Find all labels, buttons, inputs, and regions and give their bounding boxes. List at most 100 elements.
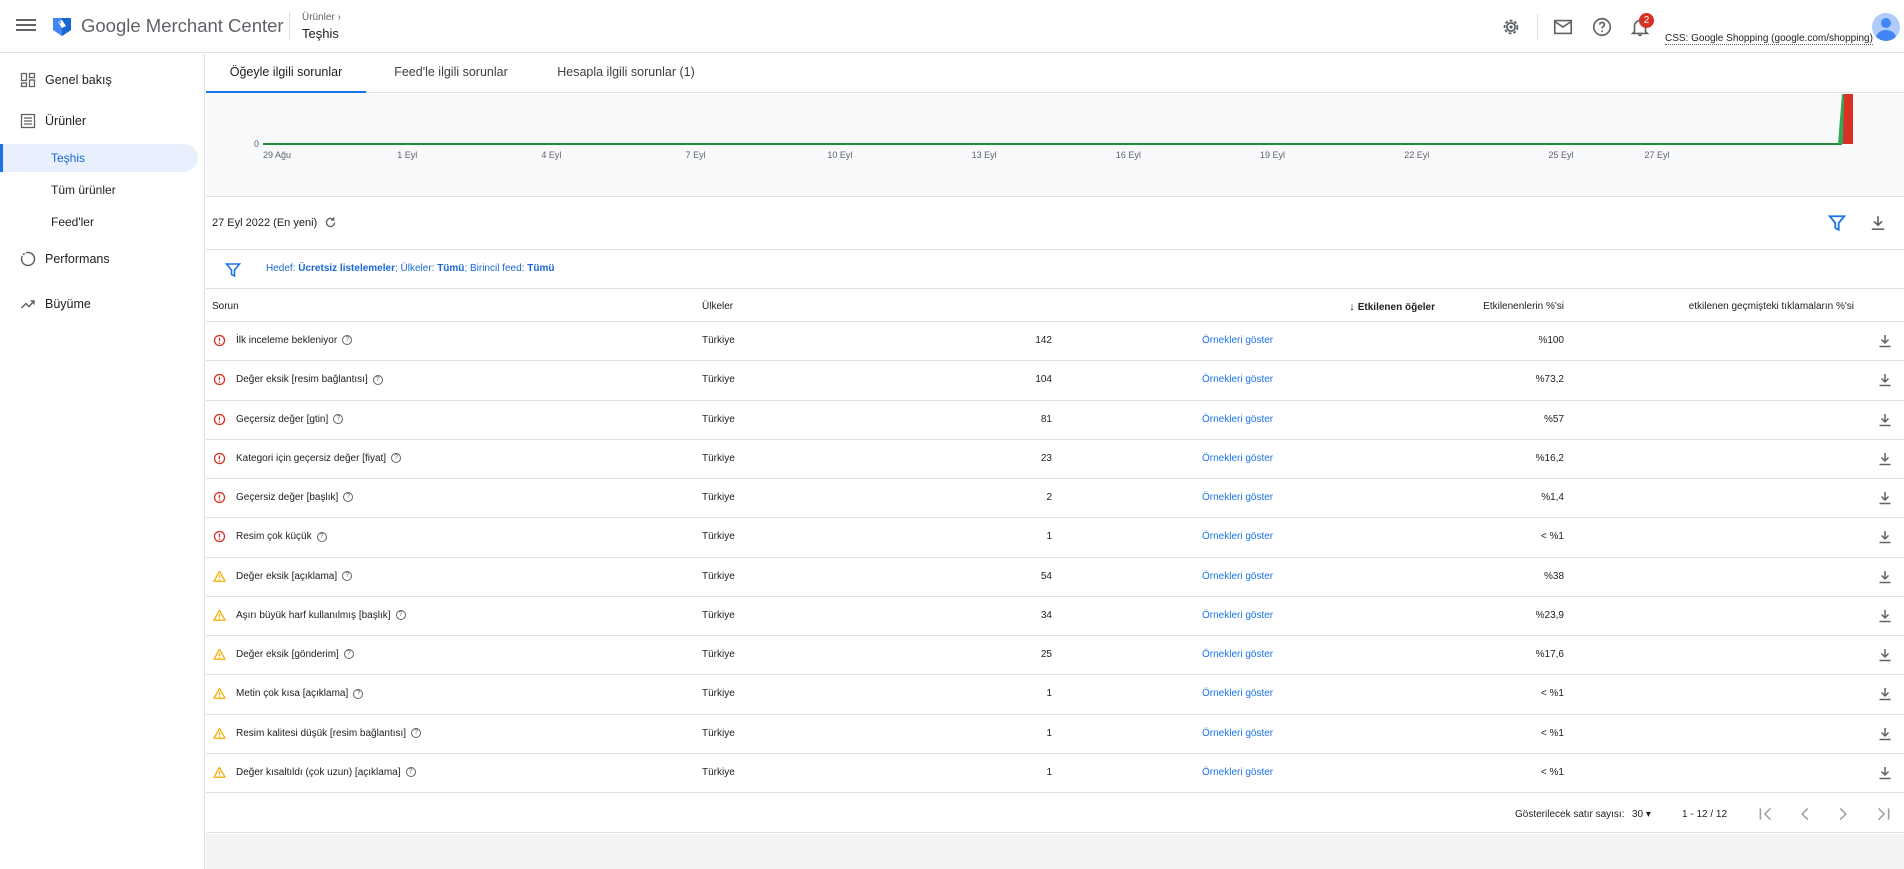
app-logo[interactable]: Google Merchant Center <box>50 14 284 38</box>
menu-icon[interactable] <box>16 16 36 36</box>
show-examples-link[interactable]: Örnekleri göster <box>1202 728 1273 739</box>
table-row[interactable]: Geçersiz değer [gtin]? Türkiye 81 Örnekleri… <box>206 401 1904 440</box>
tab-account-issues[interactable]: Hesapla ilgili sorunlar (1) <box>536 54 716 93</box>
download-icon[interactable] <box>1877 569 1893 585</box>
download-icon[interactable] <box>1877 765 1893 781</box>
dashboard-icon <box>20 72 36 88</box>
show-examples-link[interactable]: Örnekleri göster <box>1202 571 1273 582</box>
account-label[interactable]: CSS: Google Shopping (google.com/shoppin… <box>1665 33 1873 45</box>
show-examples-link[interactable]: Örnekleri göster <box>1202 649 1273 660</box>
last-page-icon[interactable] <box>1874 805 1892 823</box>
table-row[interactable]: Resim çok küçük? Türkiye 1 Örnekleri göster… <box>206 518 1904 558</box>
tab-item-issues[interactable]: Öğeyle ilgili sorunlar <box>206 54 366 93</box>
help-icon[interactable]: ? <box>333 413 344 424</box>
error-icon <box>213 491 226 504</box>
issue-title: Geçersiz değer [başlık]? <box>236 492 354 503</box>
settings-icon[interactable] <box>1500 16 1522 38</box>
mail-icon[interactable] <box>1552 16 1574 38</box>
help-icon[interactable]: ? <box>372 374 383 385</box>
date-label: 27 Eyl 2022 (En yeni) <box>212 217 318 229</box>
show-examples-link[interactable]: Örnekleri göster <box>1202 531 1273 542</box>
breadcrumb-parent[interactable]: Ürünler › <box>302 12 341 23</box>
download-icon[interactable] <box>1877 451 1893 467</box>
column-header-affected-pct[interactable]: Etkilenenlerin %'si <box>1483 301 1564 312</box>
download-icon[interactable] <box>1877 608 1893 624</box>
previous-page-icon[interactable] <box>1796 805 1814 823</box>
table-row[interactable]: Aşırı büyük harf kullanılmış [başlık]? Tü… <box>206 597 1904 636</box>
issue-country: Türkiye <box>702 335 735 346</box>
show-examples-link[interactable]: Örnekleri göster <box>1202 414 1273 425</box>
help-icon[interactable]: ? <box>405 767 416 778</box>
active-filters[interactable]: Hedef: Ücretsiz listelemeler; Ülkeler: T… <box>266 263 554 274</box>
show-examples-link[interactable]: Örnekleri göster <box>1202 374 1273 385</box>
help-icon[interactable]: ? <box>411 727 422 738</box>
table-row[interactable]: Değer eksik [resim bağlantısı]? Türkiye 10… <box>206 361 1904 401</box>
help-icon[interactable]: ? <box>342 570 353 581</box>
next-page-icon[interactable] <box>1834 805 1852 823</box>
avatar[interactable] <box>1872 13 1900 41</box>
table-row[interactable]: Değer eksik [açıklama]? Türkiye 54 Örnekler… <box>206 558 1904 597</box>
table-row[interactable]: Resim kalitesi düşük [resim bağlantısı]?… <box>206 715 1904 754</box>
filter-icon[interactable] <box>225 262 241 278</box>
download-icon[interactable] <box>1877 490 1893 506</box>
download-icon[interactable] <box>1877 372 1893 388</box>
warning-icon <box>213 766 226 778</box>
download-icon[interactable] <box>1877 726 1893 742</box>
show-examples-link[interactable]: Örnekleri göster <box>1202 492 1273 503</box>
table-row[interactable]: Değer kısaltıldı (çok uzun) [açıklama]? T… <box>206 754 1904 793</box>
affected-pct: %16,2 <box>1535 452 1564 464</box>
rows-per-page-select[interactable]: 30 ▾ <box>1632 809 1651 820</box>
download-icon[interactable] <box>1877 686 1893 702</box>
sidebar-item-products[interactable]: Ürünler <box>0 107 198 135</box>
sidebar-item-feeds[interactable]: Feed'ler <box>0 208 198 236</box>
tab-feed-issues[interactable]: Feed'le ilgili sorunlar <box>376 54 526 93</box>
show-examples-link[interactable]: Örnekleri göster <box>1202 688 1273 699</box>
sidebar-item-overview[interactable]: Genel bakış <box>0 66 198 94</box>
sidebar-item-diagnostics[interactable]: Teşhis <box>0 144 198 172</box>
divider <box>1537 14 1538 40</box>
download-icon[interactable] <box>1877 647 1893 663</box>
x-tick-label: 16 Eyl <box>1116 150 1141 160</box>
refresh-icon[interactable] <box>324 216 337 229</box>
table-row[interactable]: Değer eksik [gönderim]? Türkiye 25 Örnekler… <box>206 636 1904 676</box>
help-icon[interactable] <box>1591 16 1613 38</box>
column-header-clicks-pct[interactable]: etkilenen geçmişteki tıklamaların %'si <box>1689 301 1854 312</box>
download-icon[interactable] <box>1869 214 1887 232</box>
help-icon[interactable]: ? <box>353 688 364 699</box>
table-row[interactable]: Geçersiz değer [başlık]? Türkiye 2 Örnekler… <box>206 479 1904 519</box>
help-icon[interactable]: ? <box>343 492 354 503</box>
show-examples-link[interactable]: Örnekleri göster <box>1202 767 1273 778</box>
issue-country: Türkiye <box>702 531 735 543</box>
sidebar-item-performance[interactable]: Performans <box>0 245 198 273</box>
column-header-countries[interactable]: Ülkeler <box>702 301 733 312</box>
issue-country: Türkiye <box>702 766 735 778</box>
help-icon[interactable]: ? <box>316 531 327 542</box>
first-page-icon[interactable] <box>1757 805 1775 823</box>
table-row[interactable]: Metin çok kısa [açıklama]? Türkiye 1 Örnekl… <box>206 675 1904 715</box>
download-icon[interactable] <box>1877 412 1893 428</box>
filter-icon[interactable] <box>1828 214 1846 232</box>
show-examples-link[interactable]: Örnekleri göster <box>1202 453 1273 464</box>
download-icon[interactable] <box>1877 529 1893 545</box>
column-header-affected[interactable]: ↓ Etkilenen öğeler <box>1349 301 1435 313</box>
sidebar-item-growth[interactable]: Büyüme <box>0 290 198 318</box>
column-header-issue[interactable]: Sorun <box>212 301 239 312</box>
affected-count: 1 <box>1046 531 1052 543</box>
table-row[interactable]: İlk inceleme bekleniyor? Türkiye 142 Örnekl… <box>206 322 1904 362</box>
table-row[interactable]: Kategori için geçersiz değer [fiyat]? Tür… <box>206 440 1904 479</box>
affected-count: 104 <box>1035 374 1052 386</box>
help-icon[interactable]: ? <box>391 453 402 464</box>
sidebar-item-all-products[interactable]: Tüm ürünler <box>0 176 198 204</box>
help-icon[interactable]: ? <box>395 610 406 621</box>
filter-bar[interactable]: Hedef: Ücretsiz listelemeler; Ülkeler: T… <box>206 251 1904 289</box>
help-icon[interactable]: ? <box>342 335 353 346</box>
sidebar: Genel bakış Ürünler Teşhis Tüm ürünler F… <box>0 54 205 869</box>
show-examples-link[interactable]: Örnekleri göster <box>1202 610 1273 621</box>
help-icon[interactable]: ? <box>343 649 354 660</box>
error-icon <box>213 452 226 464</box>
issue-title: Resim çok küçük? <box>236 531 327 542</box>
affected-pct: %38 <box>1543 570 1564 582</box>
show-examples-link[interactable]: Örnekleri göster <box>1202 335 1273 346</box>
download-icon[interactable] <box>1877 333 1893 349</box>
affected-pct: %57 <box>1543 413 1564 425</box>
